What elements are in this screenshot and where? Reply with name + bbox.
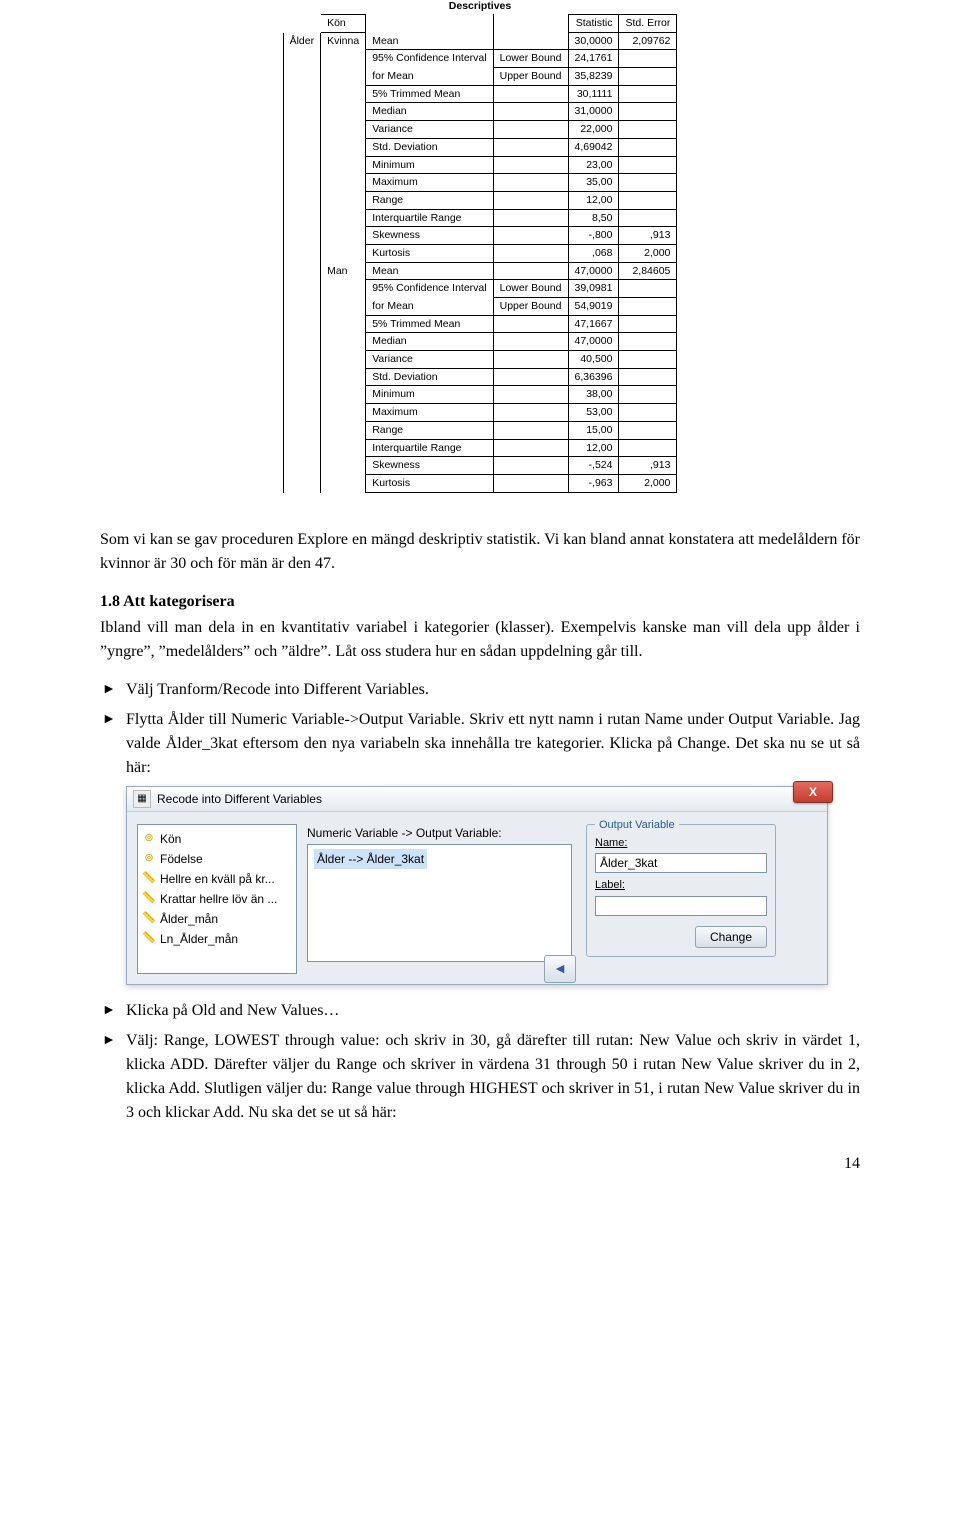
variable-item[interactable]: 📏 Ln_Ålder_mån — [140, 929, 294, 949]
output-label-input[interactable] — [595, 896, 767, 916]
output-name-input[interactable] — [595, 853, 767, 873]
variable-label: Krattar hellre löv än ... — [160, 890, 277, 908]
variable-item[interactable]: ⊚ Födelse — [140, 849, 294, 869]
variable-item[interactable]: ⊚ Kön — [140, 829, 294, 849]
page-number: 14 — [100, 1155, 860, 1173]
numeric-output-label: Numeric Variable -> Output Variable: — [307, 824, 572, 842]
variable-label: Ln_Ålder_mån — [160, 930, 238, 948]
variable-label: Kön — [160, 830, 181, 848]
bullet-list-a: Välj Tranform/Recode into Different Vari… — [100, 678, 860, 780]
variable-item[interactable]: 📏 Hellre en kväll på kr... — [140, 869, 294, 889]
list-item: Flytta Ålder till Numeric Variable->Outp… — [100, 708, 860, 780]
variable-list[interactable]: ⊚ Kön ⊚ Födelse 📏 Hellre en kväll på kr... 📏 Kr… — [137, 824, 297, 974]
list-item: Klicka på Old and New Values… — [100, 999, 860, 1023]
output-label-label: Label: — [595, 877, 767, 894]
numeric-output-box[interactable]: Ålder --> Ålder_3kat — [307, 844, 572, 962]
output-name-label: Name: — [595, 835, 767, 852]
scale-icon: 📏 — [142, 872, 156, 886]
variable-label: Hellre en kväll på kr... — [160, 870, 275, 888]
output-variable-legend: Output Variable — [595, 817, 679, 834]
variable-item[interactable]: 📏 Krattar hellre löv än ... — [140, 889, 294, 909]
dialog-title: Recode into Different Variables — [157, 790, 322, 808]
descriptives-table: KönStatisticStd. ErrorÅlderKvinnaMean30,… — [283, 14, 678, 493]
variable-label: Födelse — [160, 850, 203, 868]
scale-icon: 📏 — [142, 932, 156, 946]
paragraph-intro: Som vi kan se gav proceduren Explore en … — [100, 528, 860, 576]
close-button[interactable]: X — [793, 781, 833, 803]
paragraph-kategorisera: Ibland vill man dela in en kvantitativ v… — [100, 616, 860, 664]
recode-dialog: ▦ Recode into Different Variables X ⊚Kön… — [126, 786, 828, 985]
scale-icon: 📏 — [142, 912, 156, 926]
move-left-button[interactable]: ◄ — [544, 955, 576, 983]
variable-label: Ålder_mån — [160, 910, 218, 928]
scale-icon: 📏 — [142, 892, 156, 906]
list-item: Välj Tranform/Recode into Different Vari… — [100, 678, 860, 702]
nominal-icon: ⊚ — [142, 832, 156, 846]
bullet-list-b: Klicka på Old and New Values… Välj: Range… — [100, 999, 860, 1125]
nominal-icon: ⊚ — [142, 852, 156, 866]
list-item: Välj: Range, LOWEST through value: och s… — [100, 1029, 860, 1125]
dialog-app-icon: ▦ — [133, 790, 151, 808]
descriptives-title: Descriptives — [283, 0, 678, 12]
numeric-output-value: Ålder --> Ålder_3kat — [314, 849, 427, 869]
section-heading: 1.8 Att kategorisera — [100, 590, 860, 614]
variable-item[interactable]: 📏 Ålder_mån — [140, 909, 294, 929]
change-button[interactable]: Change — [695, 926, 767, 948]
